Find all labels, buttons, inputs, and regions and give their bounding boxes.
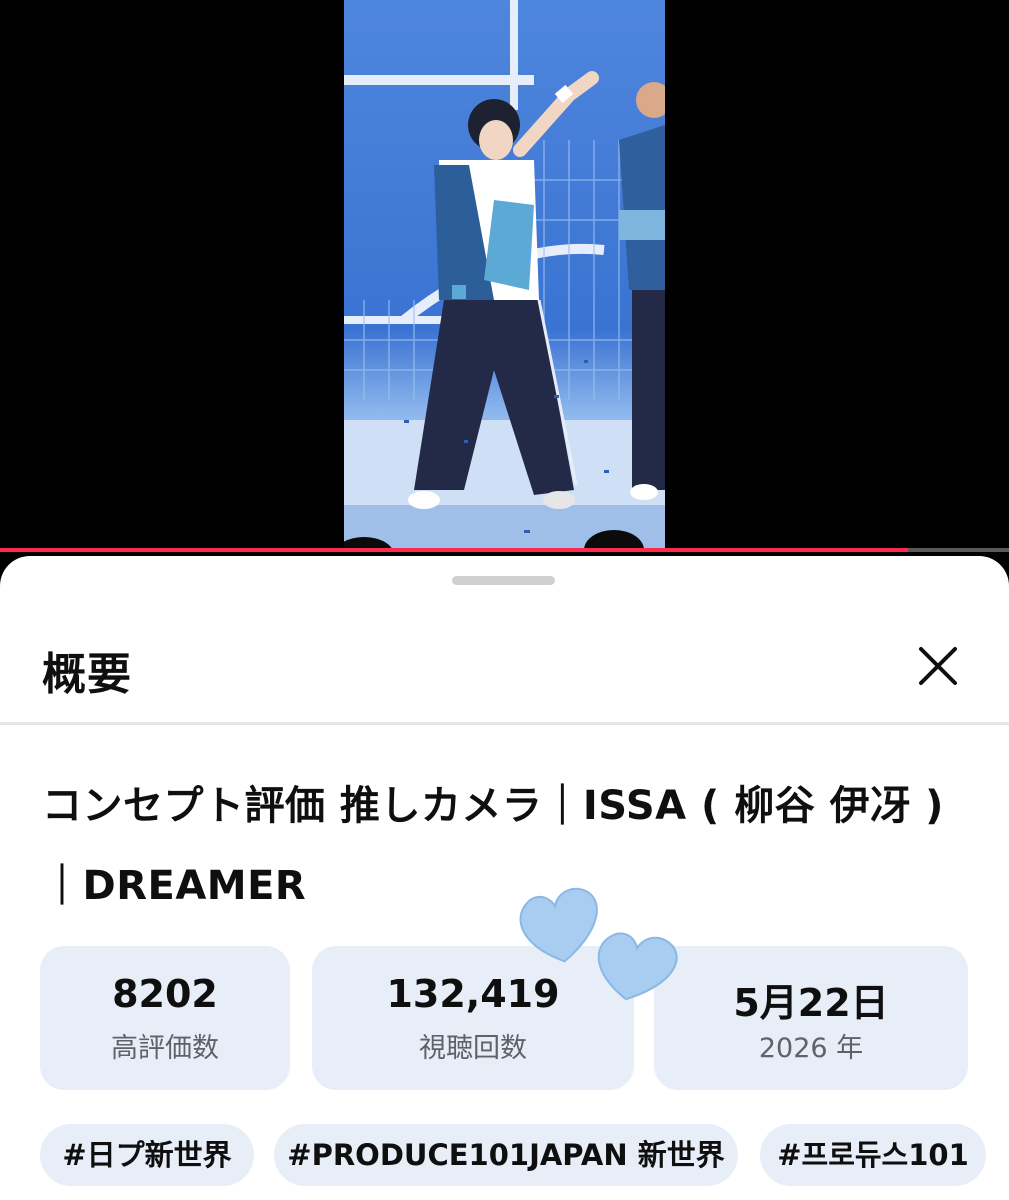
- hashtag-chip[interactable]: #PRODUCE101JAPAN 新世界: [274, 1124, 738, 1186]
- sheet-title: 概要: [42, 649, 132, 700]
- likes-count: 8202: [112, 972, 218, 1016]
- video-player[interactable]: [0, 0, 1009, 552]
- stats-row: 8202 高評価数 132,419 視聴回数 5月22日 2026 年: [40, 946, 970, 1090]
- date-stat-card: 5月22日 2026 年: [654, 946, 968, 1090]
- video-progress-bar[interactable]: [0, 548, 1009, 552]
- video-thumbnail: [344, 0, 665, 550]
- sheet-drag-handle[interactable]: [452, 576, 555, 585]
- publish-date: 5月22日: [733, 981, 889, 1025]
- likes-label: 高評価数: [111, 1033, 219, 1064]
- hashtag-chip[interactable]: #日プ新世界: [40, 1124, 254, 1186]
- views-label: 視聴回数: [419, 1033, 527, 1064]
- header-divider: [0, 722, 1009, 725]
- close-button[interactable]: [908, 636, 968, 696]
- likes-stat-card: 8202 高評価数: [40, 946, 290, 1090]
- sheet-header: 概要: [0, 612, 1009, 722]
- views-stat-card: 132,419 視聴回数: [312, 946, 634, 1090]
- hashtag-row: #日プ新世界 #PRODUCE101JAPAN 新世界 #프로듀스101: [40, 1124, 1009, 1194]
- screen: 概要 コンセプト評価 推しカメラ｜ISSA ( 柳谷 伊冴 )｜DREAMER …: [0, 0, 1009, 1200]
- video-frame[interactable]: [344, 0, 665, 550]
- hashtag-chip[interactable]: #프로듀스101: [760, 1124, 986, 1186]
- overview-sheet: 概要 コンセプト評価 推しカメラ｜ISSA ( 柳谷 伊冴 )｜DREAMER …: [0, 556, 1009, 1200]
- video-progress-fill: [0, 548, 909, 552]
- publish-year: 2026 年: [758, 1033, 864, 1064]
- video-title: コンセプト評価 推しカメラ｜ISSA ( 柳谷 伊冴 )｜DREAMER: [42, 783, 944, 909]
- close-icon: [919, 647, 957, 685]
- views-count: 132,419: [386, 972, 560, 1016]
